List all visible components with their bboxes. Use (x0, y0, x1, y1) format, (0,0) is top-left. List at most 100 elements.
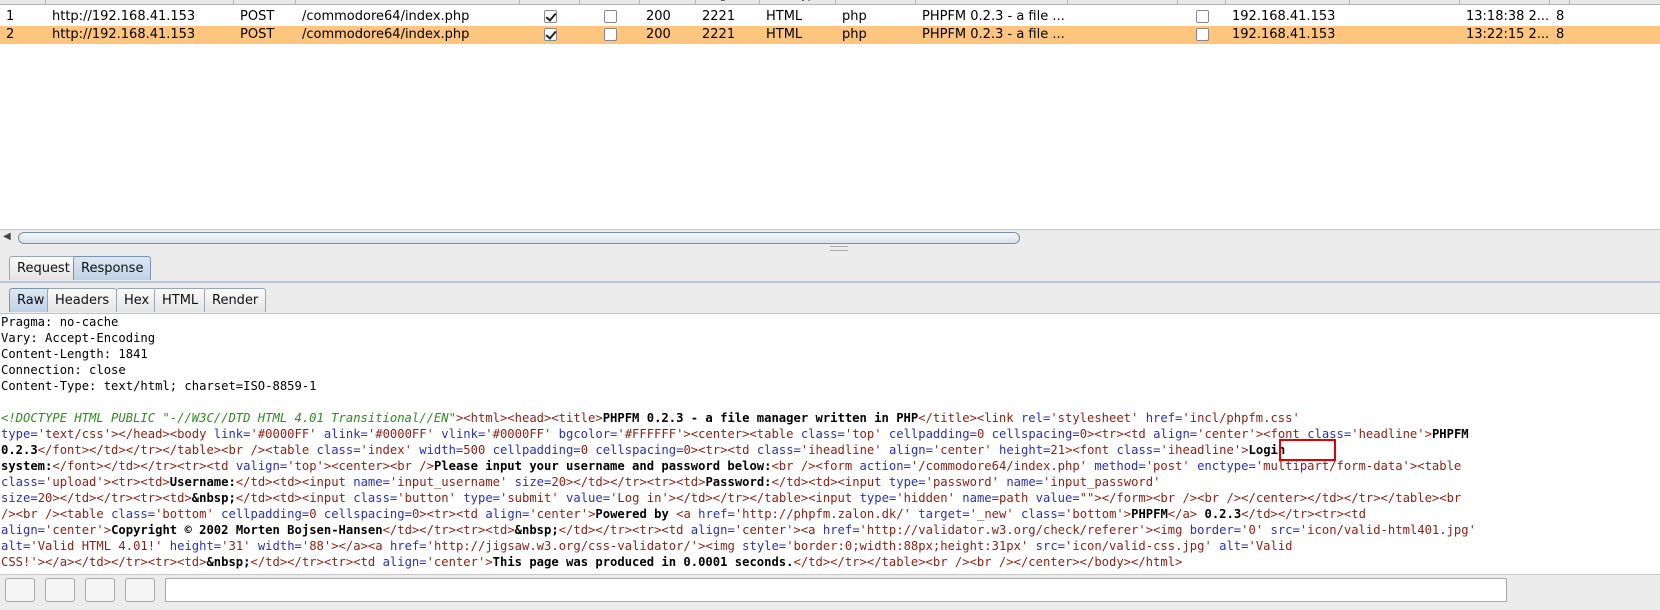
code-token: PHPFM 0.2.3 - a file manager written in … (602, 411, 919, 425)
column-header[interactable]: Edited (580, 0, 640, 4)
table-row[interactable]: 1 http://192.168.41.153 POST/commodore64/i… (0, 8, 1660, 26)
code-token: href= (698, 507, 735, 521)
code-token: align= (1153, 427, 1198, 441)
code-token: align= (382, 555, 427, 569)
table-cell-num: 2 (6, 27, 15, 42)
column-header[interactable]: L (1550, 0, 1570, 4)
column-header[interactable]: # (0, 0, 46, 4)
code-token: value= (566, 491, 611, 505)
code-token: vlink= (441, 427, 486, 441)
horizontal-scrollbar[interactable]: ◀ (0, 229, 1660, 245)
code-token: cellpadding= (888, 427, 977, 441)
code-token: 'center' (1197, 427, 1256, 441)
tab-html[interactable]: HTML (154, 288, 207, 312)
previous-button[interactable] (45, 578, 75, 602)
tab-hex[interactable]: Hex (116, 288, 158, 312)
raw-response-view[interactable]: Pragma: no-cache Vary: Accept-Encoding C… (0, 314, 1660, 609)
edited-checkbox[interactable] (603, 28, 617, 41)
help-button[interactable] (5, 578, 35, 602)
code-token: 'http://phpfm.zalon.dk/' (734, 507, 919, 521)
code-token: 'bottom' (155, 507, 222, 521)
code-token: 'button' (397, 491, 464, 505)
code-token: width= (419, 443, 464, 457)
code-token: ><tr><td (1087, 427, 1154, 441)
code-token: ><img (698, 539, 743, 553)
code-token: 500 (463, 443, 493, 457)
code-token: 21 (1050, 443, 1066, 457)
proxy-history-table[interactable]: #HostMethodURLParamsEditedStatusLengthMI… (0, 0, 1660, 246)
code-token: 'incl/phpfm.css' (1182, 411, 1300, 425)
response-body-line: system:</font></td></tr><tr><td valign='… (0, 458, 1660, 474)
column-header[interactable]: Host (46, 0, 234, 4)
response-body-line: CSS!'></a></td></tr><tr><td>&nbsp;</td><… (0, 554, 1660, 570)
code-token: class= (353, 491, 398, 505)
code-token: ><tr><td (419, 507, 486, 521)
code-token: ><center><table (683, 427, 801, 441)
column-header[interactable]: Status (640, 0, 696, 4)
code-token: method= (1094, 459, 1146, 473)
column-header[interactable]: Method (234, 0, 296, 4)
ssl-checkbox[interactable] (1195, 10, 1209, 23)
code-token: > (1241, 443, 1249, 457)
add-button[interactable] (85, 578, 115, 602)
code-token: This page was produced in 0.0001 seconds… (492, 555, 794, 569)
code-token: link= (213, 427, 251, 441)
code-token: 'multipart/form-data' (1255, 459, 1410, 473)
code-token: ><center><br /> (323, 459, 434, 473)
tab-request[interactable]: Request (9, 256, 78, 280)
column-header[interactable]: Extension (836, 0, 916, 4)
ssl-checkbox[interactable] (1195, 28, 1209, 41)
response-body-line: type='text/css'></head><body link='#0000… (0, 426, 1660, 442)
column-header[interactable]: Time (1460, 0, 1550, 4)
code-token: 20 (551, 475, 567, 489)
response-header-line: Connection: close (1, 363, 126, 377)
code-token: cellpadding= (221, 507, 310, 521)
column-header[interactable]: MIME type (760, 0, 836, 4)
code-token: '/commodore64/index.php' (910, 459, 1095, 473)
code-token: type= (859, 491, 897, 505)
code-token: ></td></tr><tr><td> (52, 491, 192, 505)
scroll-left-arrow-icon[interactable]: ◀ (3, 231, 11, 242)
table-row[interactable]: 2 http://192.168.41.153 POST/commodore64/i… (0, 26, 1660, 44)
code-token: alt= (1219, 539, 1249, 553)
tab-response[interactable]: Response (73, 256, 152, 280)
edited-checkbox[interactable] (603, 10, 617, 23)
column-header[interactable]: Length (696, 0, 760, 4)
code-token: cellpadding= (492, 443, 581, 457)
code-token: </td></tr><tr><td> (382, 523, 515, 537)
code-token: 'http://jigsaw.w3.org/css-validator/' (426, 539, 699, 553)
response-body-line: class='upload'><tr><td>Username:</td><td… (0, 474, 1660, 490)
column-header[interactable]: Comment (1068, 0, 1178, 4)
tab-headers[interactable]: Headers (47, 288, 118, 312)
search-input[interactable] (165, 578, 1507, 602)
scrollbar-thumb[interactable] (18, 232, 1020, 244)
code-token: target= (918, 507, 970, 521)
params-checkbox[interactable] (543, 10, 557, 23)
column-header[interactable]: SSL (1178, 0, 1226, 4)
table-cell-url: /commodore64/index.php (302, 9, 470, 24)
code-token: 0 (1079, 427, 1088, 441)
code-token: class= (111, 507, 156, 521)
column-header[interactable]: Params (520, 0, 580, 4)
code-token: href= (389, 539, 427, 553)
code-token: 'headline' (1351, 427, 1425, 441)
code-token: </td></tr><tr><td (250, 555, 383, 569)
code-token: height= (169, 539, 222, 553)
request-response-tabbar: Request Response (0, 251, 1660, 283)
code-token: href= (822, 523, 860, 537)
code-token: Username: (169, 475, 236, 489)
column-header[interactable]: Title (916, 0, 1068, 4)
params-checkbox[interactable] (543, 28, 557, 41)
column-header[interactable]: Cookies (1350, 0, 1460, 4)
tab-render[interactable]: Render (204, 288, 267, 312)
column-header[interactable]: URL (296, 0, 520, 4)
table-cell-edited (580, 26, 640, 44)
code-token: class= (1116, 443, 1161, 457)
code-token: 'input_username' (389, 475, 515, 489)
code-token: ></td></tr><tr><td> (566, 475, 706, 489)
next-button[interactable] (125, 578, 155, 602)
table-cell-host: http://192.168.41.153 (52, 27, 196, 42)
column-header[interactable]: IP (1226, 0, 1350, 4)
tab-raw[interactable]: Raw (9, 288, 53, 312)
code-token: path (998, 491, 1036, 505)
